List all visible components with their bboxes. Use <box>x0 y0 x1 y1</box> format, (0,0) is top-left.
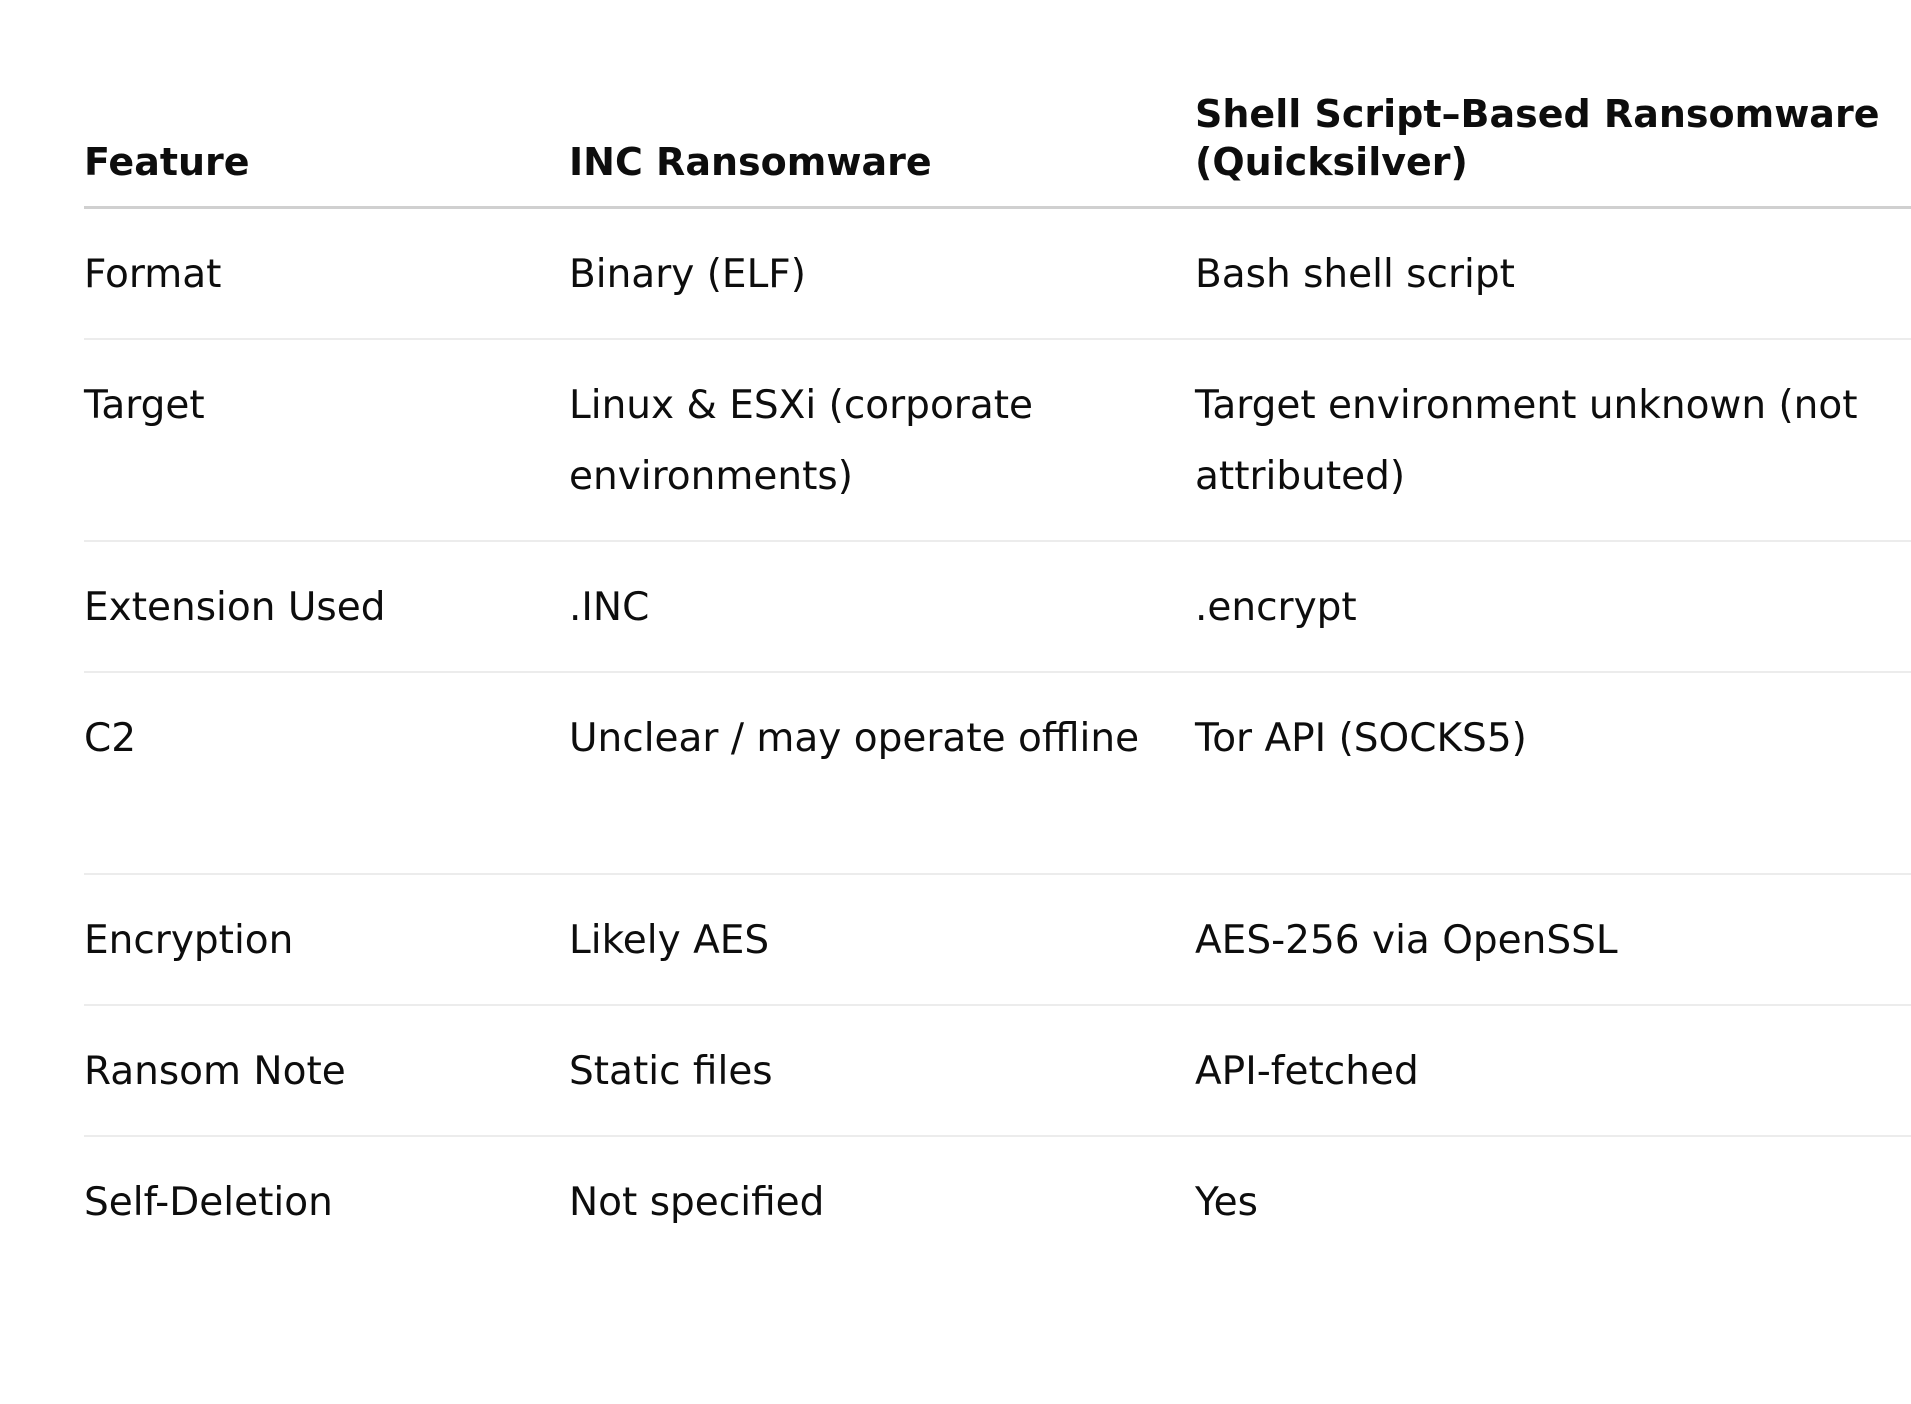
header-shell-line-1: Shell Script–Based Ransomware <box>1195 92 1880 136</box>
cell-inc: Binary (ELF) <box>569 207 1195 340</box>
table-row: Extension Used .INC .encrypt <box>84 541 1911 673</box>
cell-shell: .encrypt <box>1195 541 1911 673</box>
cell-feature: Ransom Note <box>84 1005 569 1137</box>
cell-feature: Target <box>84 339 569 542</box>
cell-feature: Format <box>84 207 569 340</box>
header-inc-ransomware: INC Ransomware <box>569 86 1195 209</box>
cell-shell: Yes <box>1195 1180 1258 1225</box>
cell-shell: API-fetched <box>1195 1005 1911 1137</box>
table-row: Encryption Likely AES AES-256 via OpenSS… <box>84 874 1911 1006</box>
cell-feature: C2 <box>84 672 569 875</box>
comparison-table: Feature INC Ransomware Shell Script–Base… <box>84 86 1911 1266</box>
cell-shell: Bash shell script <box>1195 207 1911 340</box>
header-shell-line-2: (Quicksilver) <box>1195 140 1468 184</box>
cell-feature: Encryption <box>84 874 569 1006</box>
cell-shell: Target environment unknown (not attribut… <box>1195 339 1911 542</box>
cell-shell: Tor API (SOCKS5) <box>1195 672 1911 875</box>
table-row: Ransom Note Static files API-fetched <box>84 1005 1911 1137</box>
cell-inc: Unclear / may operate offline <box>569 672 1195 875</box>
cell-inc: Not specified <box>569 1180 825 1225</box>
table-row: C2 Unclear / may operate offline Tor API… <box>84 672 1911 875</box>
table-row: Format Binary (ELF) Bash shell script <box>84 207 1911 340</box>
cell-shell: AES-256 via OpenSSL <box>1195 874 1911 1006</box>
table-row: Target Linux & ESXi (corporate environme… <box>84 339 1911 542</box>
comparison-table-container: Feature INC Ransomware Shell Script–Base… <box>84 86 1911 1266</box>
cell-inc: Likely AES <box>569 874 1195 1006</box>
header-shell-script-ransomware: Shell Script–Based Ransomware (Quicksilv… <box>1195 86 1911 209</box>
table-body: Format Binary (ELF) Bash shell script Ta… <box>84 207 1911 1267</box>
table-header: Feature INC Ransomware Shell Script–Base… <box>84 86 1911 209</box>
cell-inc: .INC <box>569 541 1195 673</box>
header-row: Feature INC Ransomware Shell Script–Base… <box>84 86 1911 209</box>
cell-feature: Extension Used <box>84 541 569 673</box>
cell-inc: Static files <box>569 1005 1195 1137</box>
cell-feature: Self-Deletion <box>84 1180 333 1225</box>
table-row: Self-Deletion Not specified Yes <box>84 1136 1911 1266</box>
cell-inc: Linux & ESXi (corporate environments) <box>569 339 1195 542</box>
header-feature: Feature <box>84 86 569 209</box>
